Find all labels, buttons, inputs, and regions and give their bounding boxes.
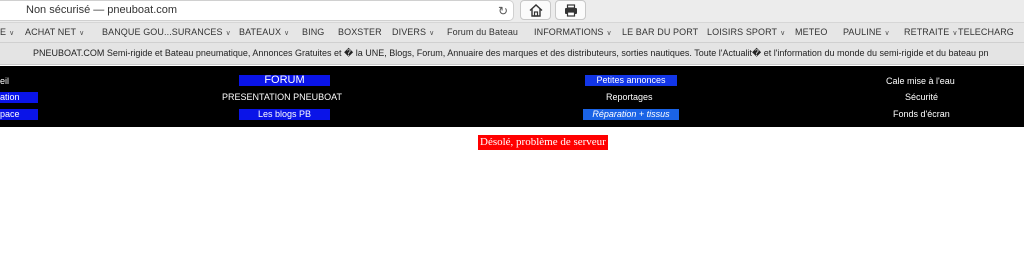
news-ticker: PNEUBOAT.COM Semi-rigide et Bateau pneum… xyxy=(0,43,1024,65)
address-bar[interactable]: Non sécurisé — pneuboat.com ↻ xyxy=(0,0,514,21)
nav-link-securite[interactable]: Sécurité xyxy=(905,92,938,102)
nav-link-espace[interactable]: pace xyxy=(0,109,38,120)
bookmark-item[interactable]: PAULINE ∨ xyxy=(843,27,890,37)
nav-link-reportages[interactable]: Reportages xyxy=(606,92,653,102)
bookmark-item[interactable]: INFORMATIONS ∨ xyxy=(534,27,612,37)
bookmark-item[interactable]: BATEAUX ∨ xyxy=(239,27,289,37)
bookmark-item[interactable]: BING xyxy=(302,27,324,37)
bookmarks-bar: E ∨ ACHAT NET ∨ BANQUE GOU...SURANCES ∨ BAT… xyxy=(0,22,1024,43)
chevron-down-icon: ∨ xyxy=(284,30,290,37)
chevron-down-icon: ∨ xyxy=(79,30,85,37)
bookmark-item[interactable]: BOXSTER xyxy=(338,27,382,37)
print-icon xyxy=(565,4,577,17)
home-button[interactable] xyxy=(520,0,551,20)
nav-link-forum[interactable]: FORUM xyxy=(239,75,330,86)
nav-link-fonds-ecran[interactable]: Fonds d'écran xyxy=(893,109,950,119)
nav-link-reparation[interactable]: Réparation + tissus xyxy=(583,109,679,120)
nav-link-accueil[interactable]: eil xyxy=(0,76,9,86)
bookmark-item[interactable]: DIVERS ∨ xyxy=(392,27,434,37)
chevron-down-icon: ∨ xyxy=(884,30,890,37)
nav-link-presentation[interactable]: ation xyxy=(0,92,38,103)
bookmark-item[interactable]: Forum du Bateau xyxy=(447,27,518,37)
chevron-down-icon: ∨ xyxy=(9,30,15,37)
chevron-down-icon: ∨ xyxy=(429,30,435,37)
nav-link-blogs[interactable]: Les blogs PB xyxy=(239,109,330,120)
reload-icon[interactable]: ↻ xyxy=(498,4,508,18)
bookmark-item[interactable]: TELECHARG xyxy=(958,27,1014,37)
address-text: Non sécurisé — pneuboat.com xyxy=(26,4,178,16)
print-button[interactable] xyxy=(555,0,586,20)
site-navigation: eil ation pace FORUM PRESENTATION PNEUBO… xyxy=(0,66,1024,127)
browser-toolbar: Non sécurisé — pneuboat.com ↻ xyxy=(0,0,1024,22)
bookmark-item[interactable]: ACHAT NET ∨ xyxy=(25,27,84,37)
nav-link-presentation-pneuboat[interactable]: PRESENTATION PNEUBOAT xyxy=(222,92,342,102)
server-error-message: Désolé, problème de serveur xyxy=(478,135,608,150)
chevron-down-icon: ∨ xyxy=(780,30,786,37)
nav-link-petites-annonces[interactable]: Petites annonces xyxy=(585,75,677,86)
bookmark-item[interactable]: BANQUE GOU...SURANCES ∨ xyxy=(102,27,231,37)
chevron-down-icon: ∨ xyxy=(606,30,612,37)
bookmark-item[interactable]: METEO xyxy=(795,27,828,37)
bookmark-item[interactable]: E ∨ xyxy=(0,27,14,37)
bookmark-item[interactable]: LOISIRS SPORT ∨ xyxy=(707,27,785,37)
home-icon xyxy=(529,4,543,17)
chevron-down-icon: ∨ xyxy=(225,30,231,37)
bookmark-item[interactable]: RETRAITE ∨ xyxy=(904,27,958,37)
bookmark-item[interactable]: LE BAR DU PORT xyxy=(622,27,698,37)
nav-link-cale[interactable]: Cale mise à l'eau xyxy=(886,76,955,86)
ticker-text: PNEUBOAT.COM Semi-rigide et Bateau pneum… xyxy=(33,48,989,58)
chevron-down-icon: ∨ xyxy=(952,30,958,37)
